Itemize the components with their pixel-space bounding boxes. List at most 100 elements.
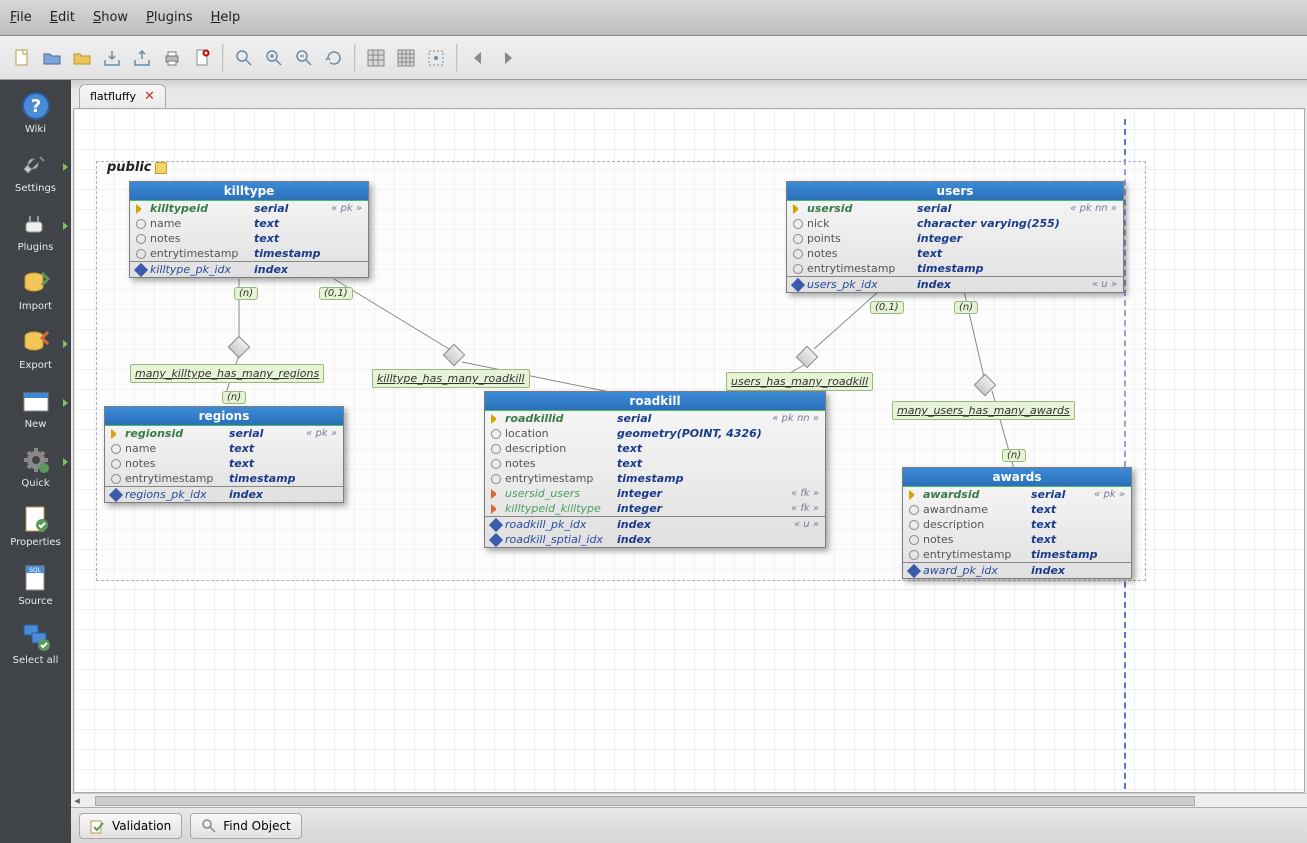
- column-name: entrytimestamp: [807, 262, 913, 275]
- check-icon: [90, 818, 106, 834]
- table-title: regions: [105, 407, 343, 426]
- column-icon: [491, 474, 501, 484]
- rel-label[interactable]: users_has_many_roadkill: [726, 372, 873, 391]
- column-name: entrytimestamp: [923, 548, 1027, 561]
- column-name: entrytimestamp: [505, 472, 613, 485]
- table-column[interactable]: descriptiontext: [903, 517, 1131, 532]
- pk-icon: [793, 204, 803, 214]
- table-index[interactable]: regions_pk_idxindex: [105, 487, 343, 502]
- table-column[interactable]: roadkillidserial« pk nn »: [485, 411, 825, 426]
- table-column[interactable]: usersid_usersinteger« fk »: [485, 486, 825, 501]
- zoom-fit-button[interactable]: [230, 44, 258, 72]
- page-setup-button[interactable]: [188, 44, 216, 72]
- table-column[interactable]: entrytimestamptimestamp: [903, 547, 1131, 562]
- find-object-button[interactable]: Find Object: [190, 813, 301, 839]
- column-type: serial: [1031, 488, 1090, 501]
- sidebar-label: Select all: [13, 655, 59, 666]
- print-button[interactable]: [158, 44, 186, 72]
- table-column[interactable]: descriptiontext: [485, 441, 825, 456]
- next-button[interactable]: [494, 44, 522, 72]
- table-index[interactable]: roadkill_pk_idxindex« u »: [485, 517, 825, 532]
- menu-show[interactable]: Show: [93, 10, 128, 25]
- table-column[interactable]: pointsinteger: [787, 231, 1123, 246]
- menu-plugins[interactable]: Plugins: [146, 10, 193, 25]
- table-column[interactable]: locationgeometry(POINT, 4326): [485, 426, 825, 441]
- sidebar-settings[interactable]: Settings: [6, 149, 66, 194]
- table-index[interactable]: users_pk_idxindex« u »: [787, 277, 1123, 292]
- table-column[interactable]: awardsidserial« pk »: [903, 487, 1131, 502]
- column-icon: [909, 535, 919, 545]
- close-icon[interactable]: ✕: [144, 89, 155, 104]
- sidebar-import[interactable]: Import: [6, 267, 66, 312]
- table-column[interactable]: notestext: [903, 532, 1131, 547]
- validation-button[interactable]: Validation: [79, 813, 182, 839]
- table-awards[interactable]: awards awardsidserial« pk »awardnametext…: [902, 467, 1132, 579]
- table-index[interactable]: roadkill_sptial_idxindex: [485, 532, 825, 547]
- table-column[interactable]: entrytimestamptimestamp: [130, 246, 368, 261]
- table-column[interactable]: killtypeid_killtypeinteger« fk »: [485, 501, 825, 516]
- table-column[interactable]: awardnametext: [903, 502, 1131, 517]
- table-column[interactable]: entrytimestamptimestamp: [105, 471, 343, 486]
- table-column[interactable]: notestext: [105, 456, 343, 471]
- sidebar-source[interactable]: SQL Source: [6, 562, 66, 607]
- erd-canvas[interactable]: public (n): [73, 108, 1305, 793]
- rel-label[interactable]: many_users_has_many_awards: [892, 401, 1075, 420]
- sidebar-plugins[interactable]: Plugins: [6, 208, 66, 253]
- column-name: points: [807, 232, 913, 245]
- grid-large-button[interactable]: [362, 44, 390, 72]
- table-column[interactable]: notestext: [485, 456, 825, 471]
- index-type: index: [229, 488, 333, 501]
- rel-label[interactable]: killtype_has_many_roadkill: [372, 369, 530, 388]
- grid-small-button[interactable]: [392, 44, 420, 72]
- sidebar-wiki[interactable]: ? Wiki: [6, 90, 66, 135]
- table-column[interactable]: usersidserial« pk nn »: [787, 201, 1123, 216]
- table-users[interactable]: users usersidserial« pk nn »nickcharacte…: [786, 181, 1124, 293]
- open-folder-button[interactable]: [68, 44, 96, 72]
- table-column[interactable]: notestext: [130, 231, 368, 246]
- sidebar-export[interactable]: Export: [6, 326, 66, 371]
- import-tray-button[interactable]: [98, 44, 126, 72]
- index-icon: [134, 262, 148, 276]
- index-name: roadkill_sptial_idx: [505, 533, 613, 546]
- table-roadkill[interactable]: roadkill roadkillidserial« pk nn »locati…: [484, 391, 826, 548]
- menu-help[interactable]: Help: [211, 10, 241, 25]
- sidebar-properties[interactable]: Properties: [6, 503, 66, 548]
- prev-button[interactable]: [464, 44, 492, 72]
- table-index[interactable]: killtype_pk_idxindex: [130, 262, 368, 277]
- open-button[interactable]: [38, 44, 66, 72]
- table-column[interactable]: entrytimestamptimestamp: [485, 471, 825, 486]
- snap-button[interactable]: [422, 44, 450, 72]
- refresh-button[interactable]: [320, 44, 348, 72]
- table-column[interactable]: killtypeidserial« pk »: [130, 201, 368, 216]
- rel-label[interactable]: many_killtype_has_many_regions: [130, 364, 324, 383]
- table-column[interactable]: nickcharacter varying(255): [787, 216, 1123, 231]
- table-killtype[interactable]: killtype killtypeidserial« pk »nametextn…: [129, 181, 369, 278]
- menu-file[interactable]: File: [10, 10, 32, 25]
- sidebar-selectall[interactable]: Select all: [6, 621, 66, 666]
- column-name: usersid: [807, 202, 913, 215]
- schema-label: public: [105, 160, 169, 175]
- column-icon: [793, 234, 803, 244]
- cardinality: (0,1): [319, 287, 353, 300]
- table-column[interactable]: entrytimestamptimestamp: [787, 261, 1123, 276]
- zoom-in-button[interactable]: [260, 44, 288, 72]
- h-scrollbar[interactable]: ◂: [71, 793, 1307, 807]
- column-constraint: « pk »: [306, 428, 337, 439]
- column-name: entrytimestamp: [150, 247, 250, 260]
- sidebar-new[interactable]: New: [6, 385, 66, 430]
- table-column[interactable]: regionsidserial« pk »: [105, 426, 343, 441]
- table-column[interactable]: nametext: [105, 441, 343, 456]
- zoom-out-button[interactable]: [290, 44, 318, 72]
- plug-icon: [20, 208, 52, 240]
- sidebar-quick[interactable]: Quick: [6, 444, 66, 489]
- table-column[interactable]: nametext: [130, 216, 368, 231]
- table-title: killtype: [130, 182, 368, 201]
- new-file-button[interactable]: [8, 44, 36, 72]
- export-tray-button[interactable]: [128, 44, 156, 72]
- tab-flatfluffy[interactable]: flatfluffy ✕: [79, 84, 166, 108]
- table-regions[interactable]: regions regionsidserial« pk »nametextnot…: [104, 406, 344, 503]
- table-column[interactable]: notestext: [787, 246, 1123, 261]
- table-index[interactable]: award_pk_idxindex: [903, 563, 1131, 578]
- validation-label: Validation: [112, 819, 171, 833]
- menu-edit[interactable]: Edit: [50, 10, 75, 25]
